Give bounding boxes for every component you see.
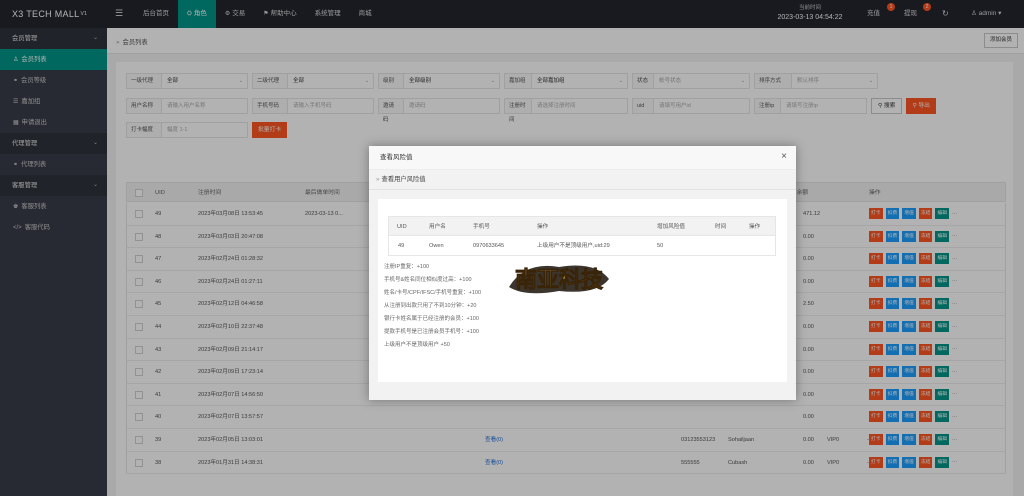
close-icon[interactable]: × [781,151,787,163]
risk-rule: 上级用户不是顶级用户 +50 [384,342,450,348]
risk-header-uid: UID [397,224,407,230]
risk-header-action: 操作 [749,224,761,230]
modal-subtitle-bar: » 查看用户风险值 [369,170,796,190]
risk-rule: 银行卡姓名属于已经注册的会员：+100 [384,316,479,322]
risk-cell-uid: 49 [398,243,405,249]
risk-header-phone: 手机号 [473,224,490,230]
risk-cell-risk-added: 50 [657,243,664,249]
risk-rule: 提款手机号是已注册会员手机号：+100 [384,329,479,335]
modal-subtitle: 查看用户风险值 [381,176,426,183]
risk-header-operation: 操作 [537,224,549,230]
risk-header-risk-added: 增加风险值 [657,224,685,230]
risk-table-row: 49 Owen 0970633645 上级用户不是顶级用户,uid:29 50 [388,236,776,256]
double-chevron-right-icon: » [376,176,380,183]
risk-table-header: UID 用户名 手机号 操作 增加风险值 时间 操作 [388,216,776,236]
risk-cell-username: Owen [429,243,444,249]
risk-cell-operation: 上级用户不是顶级用户,uid:29 [537,243,610,249]
risk-header-time: 时间 [715,224,727,230]
risk-rule: 从注册到出款只用了不到10分钟：+20 [384,303,477,309]
modal-title: 查看风险值 [369,146,796,170]
watermark-text: 南亚科技 [515,267,604,293]
risk-header-username: 用户名 [429,224,446,230]
risk-cell-phone: 0970633645 [473,243,505,249]
brand-watermark-logo: 南亚科技 [509,265,609,293]
